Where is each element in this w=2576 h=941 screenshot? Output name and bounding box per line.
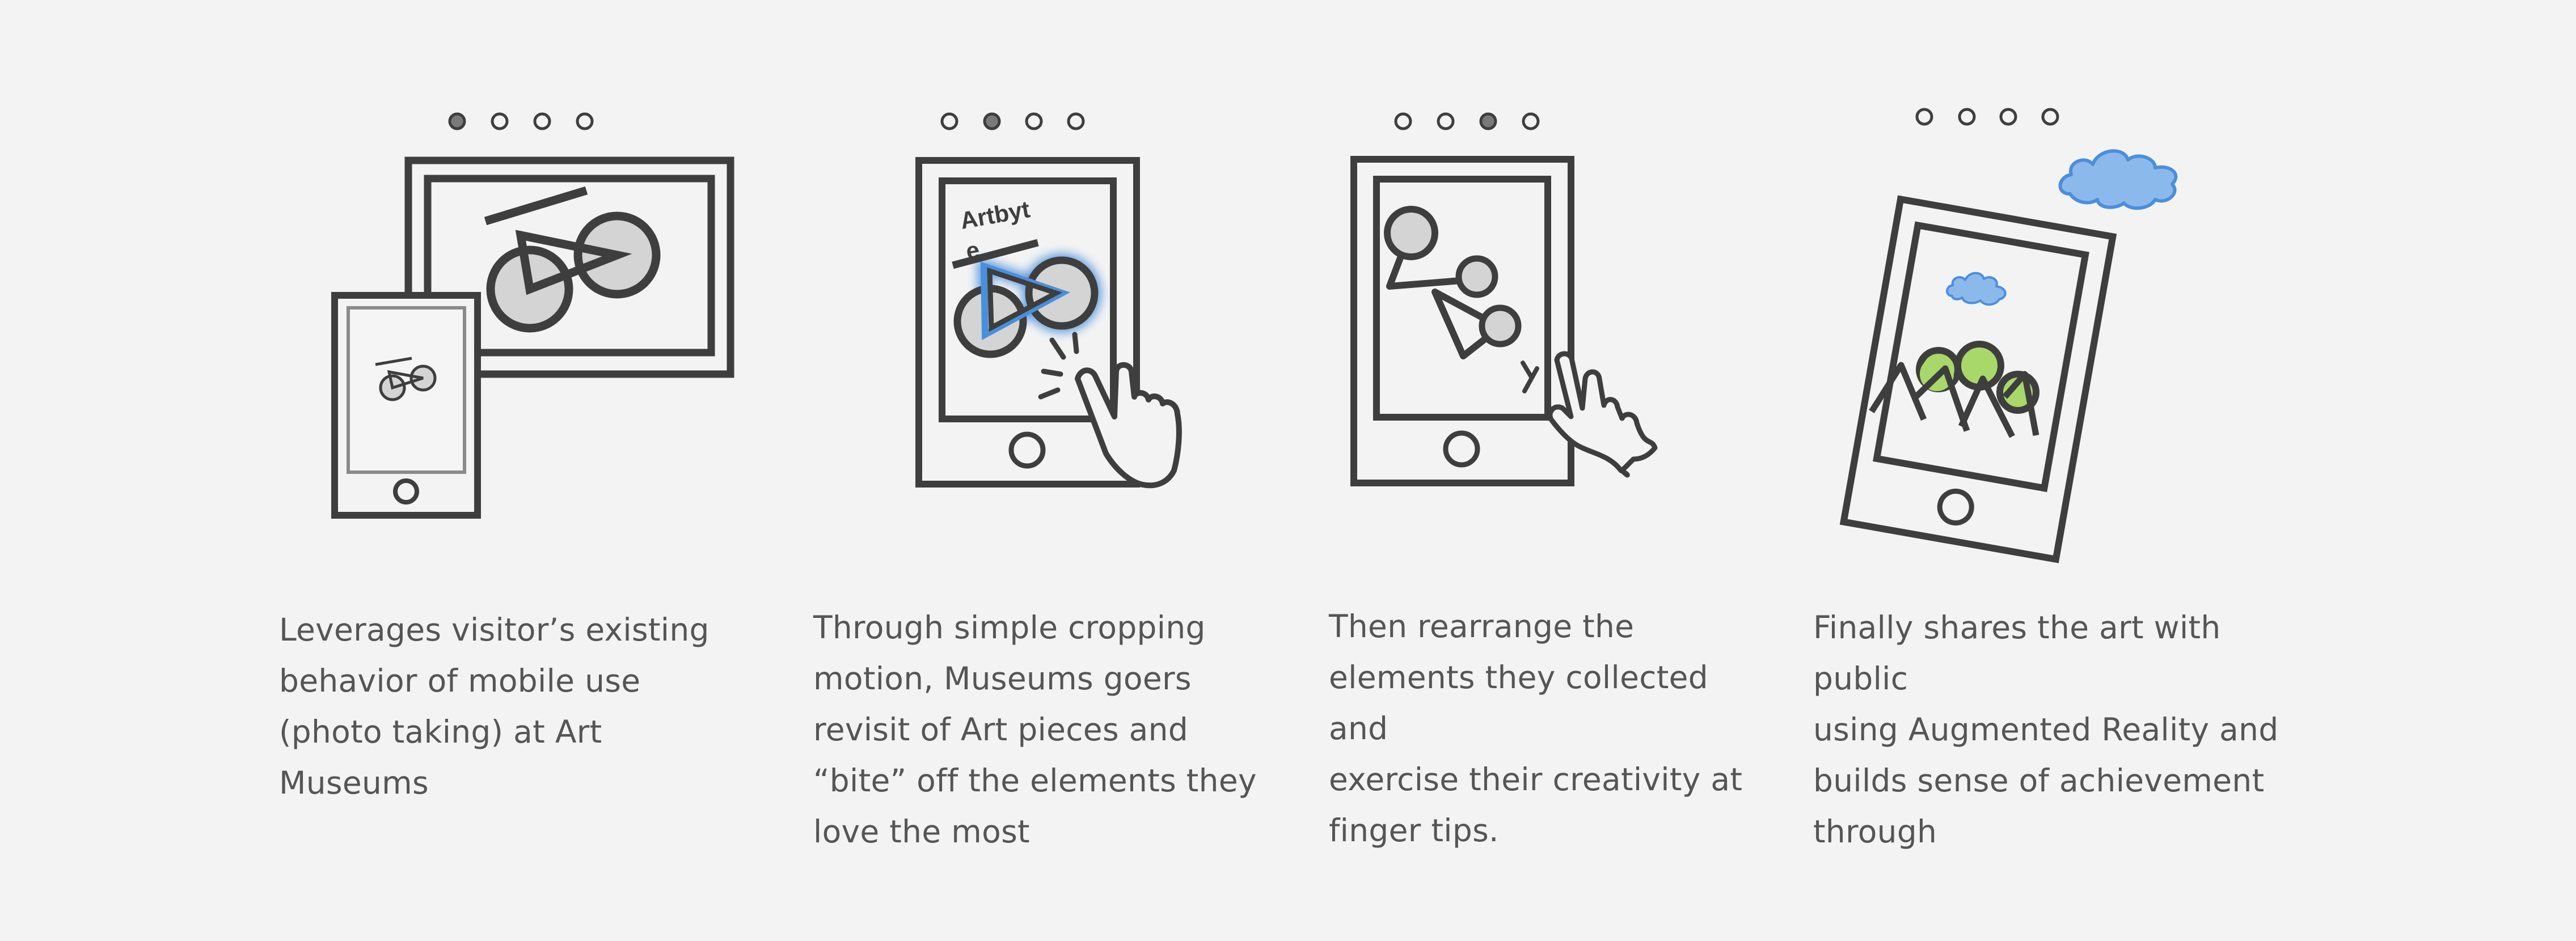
screen-label: Artbyt xyxy=(958,196,1032,234)
step1-caption: Leverages visitor’s existing behavior of… xyxy=(279,612,710,801)
phone-icon xyxy=(331,292,481,519)
phone-icon xyxy=(1350,156,1574,486)
progress-dot xyxy=(2041,108,2059,126)
progress-dot xyxy=(940,112,958,130)
step2-progress-dots xyxy=(940,112,1085,130)
progress-dot xyxy=(1025,112,1043,130)
step3-caption: Then rearrange the elements they collect… xyxy=(1329,608,1743,849)
progress-dot xyxy=(1522,112,1540,130)
step3-progress-dots xyxy=(1394,112,1540,130)
step2-caption: Through simple cropping motion, Museums … xyxy=(813,609,1257,850)
progress-dot xyxy=(1067,112,1085,130)
progress-dot xyxy=(1437,112,1455,130)
tap-hand-icon xyxy=(1038,332,1182,489)
progress-dot xyxy=(1958,108,1976,126)
progress-dot xyxy=(1394,112,1412,130)
progress-dot xyxy=(1999,108,2017,126)
bicycle-icon xyxy=(484,186,661,333)
step1-illustration xyxy=(331,112,734,519)
rearranged-elements-icon xyxy=(1384,206,1522,359)
step3-illustration xyxy=(1350,112,1658,486)
cloud-icon xyxy=(1946,272,2007,306)
progress-dot xyxy=(983,112,1001,130)
progress-dot xyxy=(1915,108,1933,126)
step4-illustration xyxy=(1839,108,2178,563)
progress-dot xyxy=(448,112,466,130)
progress-dot xyxy=(576,112,594,130)
progress-dot xyxy=(1479,112,1497,130)
progress-dot xyxy=(491,112,509,130)
step4-caption: Finally shares the art with public using… xyxy=(1813,609,2279,850)
step4-progress-dots xyxy=(1915,108,2059,126)
cloud-icon xyxy=(2058,149,2178,210)
step2-illustration: Artbyt e xyxy=(915,112,1182,489)
step1-progress-dots xyxy=(448,112,594,130)
progress-dot xyxy=(533,112,551,130)
